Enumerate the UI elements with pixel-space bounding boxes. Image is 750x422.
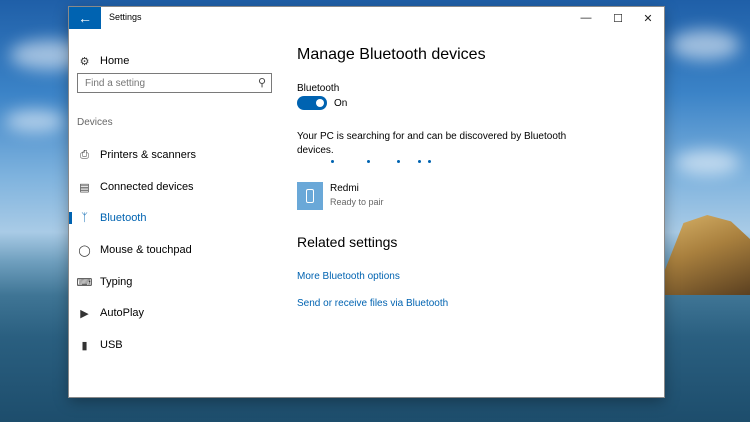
sidebar-item-label: Home: [100, 55, 130, 67]
main-content: Manage Bluetooth devices Bluetooth On Yo…: [297, 29, 657, 397]
sidebar-item-mouse[interactable]: ◯ Mouse & touchpad: [69, 238, 284, 262]
sidebar-item-label: AutoPlay: [100, 307, 145, 319]
sidebar-item-label: Mouse & touchpad: [100, 244, 192, 256]
minimize-button[interactable]: —: [570, 7, 602, 29]
search-box[interactable]: ⚲: [77, 73, 272, 93]
searching-dot: [428, 160, 431, 163]
searching-dot: [367, 160, 370, 163]
sidebar-item-label: Typing: [100, 276, 133, 288]
sidebar-item-home[interactable]: ⚙ Home: [69, 49, 284, 73]
device-name: Redmi: [330, 183, 359, 194]
toggle-state-label: On: [334, 98, 348, 109]
mouse-icon: ◯: [78, 244, 91, 257]
maximize-icon: ☐: [613, 12, 623, 25]
active-indicator: [69, 212, 72, 224]
title-bar: ← Settings — ☐ ✕: [69, 7, 664, 29]
maximize-button[interactable]: ☐: [602, 7, 634, 29]
sidebar-item-label: Connected devices: [100, 181, 194, 193]
more-bluetooth-options-link[interactable]: More Bluetooth options: [297, 271, 400, 282]
searching-dot: [418, 160, 421, 163]
keyboard-icon: ⌨: [76, 276, 93, 289]
devices-icon: ▤: [79, 181, 90, 194]
bluetooth-icon: ᛉ: [81, 212, 88, 224]
sidebar-item-label: USB: [100, 339, 123, 351]
window-title: Settings: [109, 12, 142, 22]
gear-icon: ⚙: [79, 55, 90, 68]
autoplay-icon: ▶: [80, 307, 89, 320]
send-receive-files-link[interactable]: Send or receive files via Bluetooth: [297, 298, 448, 309]
back-button[interactable]: ←: [69, 7, 101, 29]
bluetooth-toggle[interactable]: [297, 96, 327, 110]
discovery-description: Your PC is searching for and can be disc…: [297, 131, 567, 156]
close-icon: ✕: [643, 12, 653, 25]
sidebar-item-label: Printers & scanners: [100, 149, 196, 161]
search-icon: ⚲: [257, 77, 266, 89]
search-input[interactable]: [83, 77, 257, 90]
sidebar: ⚙ Home ⚲ Devices ⎙ Printers & scanners ▤…: [69, 29, 284, 397]
printer-icon: ⎙: [80, 148, 89, 161]
sidebar-item-autoplay[interactable]: ▶ AutoPlay: [69, 301, 284, 325]
searching-dot: [331, 160, 334, 163]
sidebar-item-typing[interactable]: ⌨ Typing: [69, 270, 284, 294]
back-arrow-icon: ←: [78, 10, 92, 26]
minimize-icon: —: [580, 12, 592, 24]
wallpaper-cloud: [670, 30, 740, 60]
device-item-redmi[interactable]: Redmi Ready to pair: [297, 182, 497, 212]
phone-icon: [297, 182, 323, 210]
sidebar-item-printers[interactable]: ⎙ Printers & scanners: [69, 143, 284, 167]
sidebar-item-usb[interactable]: ▮ USB: [69, 333, 284, 357]
sidebar-item-label: Bluetooth: [100, 212, 147, 224]
related-settings-title: Related settings: [297, 234, 398, 250]
page-title: Manage Bluetooth devices: [297, 46, 486, 63]
section-label: Devices: [77, 117, 113, 128]
searching-dot: [397, 160, 400, 163]
sidebar-item-bluetooth[interactable]: ᛉ Bluetooth: [69, 206, 284, 230]
settings-window: ← Settings — ☐ ✕ ⚙ Home ⚲ Devices ⎙ Prin…: [69, 7, 664, 397]
wallpaper-cloud: [675, 150, 740, 175]
close-button[interactable]: ✕: [632, 7, 664, 29]
usb-icon: ▮: [81, 339, 88, 352]
bluetooth-label: Bluetooth: [297, 83, 340, 94]
device-status: Ready to pair: [330, 197, 384, 207]
wallpaper-rock: [655, 215, 750, 295]
wallpaper-cloud: [5, 110, 65, 132]
sidebar-item-connected-devices[interactable]: ▤ Connected devices: [69, 175, 284, 199]
toggle-knob: [316, 99, 324, 107]
